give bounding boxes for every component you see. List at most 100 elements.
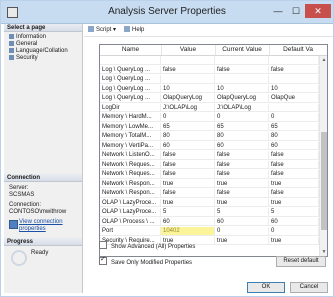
table-row[interactable] xyxy=(100,56,319,65)
script-button[interactable]: Script ▾ xyxy=(88,26,116,35)
current-value-cell: true xyxy=(215,179,269,189)
current-value-cell: false xyxy=(215,170,269,179)
table-row[interactable]: LogDir J:\OLAP\Log J:\OLAP\Log xyxy=(100,103,319,113)
connection-label: Connection: xyxy=(9,202,42,208)
default-value-cell: 10 xyxy=(269,84,319,94)
page-item-security[interactable]: Security xyxy=(9,55,38,62)
property-value-cell[interactable] xyxy=(161,75,215,84)
scroll-thumb[interactable] xyxy=(321,132,327,230)
current-value-cell: 65 xyxy=(215,122,269,132)
property-value-cell[interactable]: true xyxy=(161,198,215,208)
scroll-down-icon[interactable]: ▼ xyxy=(320,248,327,256)
table-row[interactable]: Network \ Reques... false false false xyxy=(100,170,319,179)
property-value-cell[interactable]: OlapQueryLog xyxy=(161,94,215,103)
default-value-cell: OlapQue xyxy=(269,94,319,103)
grid-scrollbar[interactable]: ▲ ▼ xyxy=(319,56,327,256)
column-header-current-value[interactable]: Current Value xyxy=(215,45,270,55)
property-value-cell[interactable]: 0 xyxy=(161,113,215,122)
table-row[interactable]: Log \ QueryLog ... 10 10 10 xyxy=(100,84,319,94)
default-value-cell: 0 xyxy=(269,113,319,122)
table-row[interactable]: Network \ Reques... false false false xyxy=(100,160,319,170)
property-name-cell: LogDir xyxy=(100,103,161,113)
current-value-cell: 60 xyxy=(215,217,269,227)
show-advanced-checkbox[interactable] xyxy=(99,241,107,249)
chevron-down-icon: ▾ xyxy=(113,27,117,33)
table-row[interactable]: OLAP \ Process \ ... 60 60 60 xyxy=(100,217,319,227)
left-pane: Select a page Information General Langua… xyxy=(4,24,83,293)
property-value-cell[interactable]: true xyxy=(161,179,215,189)
cancel-button[interactable]: Cancel xyxy=(290,282,328,293)
view-connection-properties-link[interactable]: View connection xyxy=(19,219,63,226)
table-row[interactable]: Port 10402 0 0 xyxy=(100,227,319,236)
table-row[interactable]: Network \ Respon... true true true xyxy=(100,179,319,189)
property-value-cell[interactable]: J:\OLAP\Log xyxy=(161,103,215,113)
property-value-cell[interactable]: 60 xyxy=(161,217,215,227)
show-advanced-label: Show Advanced (All) Properties xyxy=(111,244,196,250)
table-row[interactable]: Memory \ TotalM... 80 80 80 xyxy=(100,132,319,141)
scroll-up-icon[interactable]: ▲ xyxy=(320,56,327,64)
current-value-cell: false xyxy=(215,151,269,160)
save-modified-option[interactable]: Save Only Modified Properties xyxy=(99,255,193,266)
property-value-cell[interactable]: false xyxy=(161,170,215,179)
page-item-general[interactable]: General xyxy=(9,41,37,48)
table-row[interactable]: Log \ QueryLog ... xyxy=(100,75,319,84)
column-header-value[interactable]: Value xyxy=(161,45,216,55)
current-value-cell: 60 xyxy=(215,141,269,151)
view-connection-properties-link-cont[interactable]: properties xyxy=(19,226,46,233)
property-value-cell[interactable]: 80 xyxy=(161,132,215,141)
property-value-cell[interactable]: 60 xyxy=(161,141,215,151)
property-value-cell[interactable] xyxy=(161,56,215,65)
properties-window: Analysis Server Properties — ☐ ✕ Select … xyxy=(0,0,334,297)
table-row[interactable]: Network \ ListenO... false false false xyxy=(100,151,319,160)
help-icon xyxy=(124,26,130,32)
table-row[interactable]: OLAP \ LazyProce... true true true xyxy=(100,198,319,208)
properties-grid[interactable]: Name Value Current Value Default Va Log … xyxy=(99,44,328,257)
property-value-cell[interactable]: false xyxy=(161,189,215,198)
page-icon xyxy=(9,48,14,53)
column-header-name[interactable]: Name xyxy=(100,45,162,55)
default-value-cell xyxy=(269,75,319,84)
table-row[interactable]: Log \ QueryLog ... false false false xyxy=(100,65,319,75)
property-name-cell: Network \ Reques... xyxy=(100,160,161,170)
help-button[interactable]: Help xyxy=(124,26,144,35)
default-value-cell: false xyxy=(269,170,319,179)
column-header-default-value[interactable]: Default Va xyxy=(269,45,327,55)
property-name-cell: Memory \ VertiPa... xyxy=(100,141,161,151)
table-row[interactable]: Log \ QueryLog ... OlapQueryLog OlapQueryL… xyxy=(100,94,319,103)
close-button[interactable]: ✕ xyxy=(305,4,331,18)
property-name-cell: Log \ QueryLog ... xyxy=(100,65,161,75)
property-name-cell: OLAP \ LazyProce... xyxy=(100,198,161,208)
property-value-cell[interactable]: 10 xyxy=(161,84,215,94)
ok-button[interactable]: OK xyxy=(247,282,285,293)
page-label: Language/Collation xyxy=(16,48,68,54)
table-row[interactable]: OLAP \ LazyProce... 5 5 5 xyxy=(100,208,319,217)
current-value-cell xyxy=(215,75,269,84)
property-name-cell xyxy=(100,56,161,65)
table-row[interactable]: Memory \ VertiPa... 60 60 60 xyxy=(100,141,319,151)
property-value-cell[interactable]: 5 xyxy=(161,208,215,217)
minimize-button[interactable]: — xyxy=(269,4,287,18)
property-value-cell[interactable]: false xyxy=(161,160,215,170)
property-name-cell: Port xyxy=(100,227,161,236)
server-label: Server: xyxy=(9,185,29,191)
page-item-language-collation[interactable]: Language/Collation xyxy=(9,48,68,55)
save-modified-label: Save Only Modified Properties xyxy=(111,260,193,266)
property-value-cell[interactable]: 65 xyxy=(161,122,215,132)
table-row[interactable]: Network \ Respon... false false false xyxy=(100,189,319,198)
property-value-cell[interactable]: 10402 xyxy=(161,227,215,236)
property-value-cell[interactable]: false xyxy=(161,65,215,75)
reset-default-button[interactable]: Reset default xyxy=(276,256,326,267)
table-row[interactable]: Memory \ LowMe... 65 65 65 xyxy=(100,122,319,132)
page-label: Security xyxy=(16,55,38,61)
show-advanced-option[interactable]: Show Advanced (All) Properties xyxy=(99,241,195,250)
page-item-information[interactable]: Information xyxy=(9,34,46,41)
property-name-cell: Log \ QueryLog ... xyxy=(100,94,161,103)
save-modified-checkbox[interactable] xyxy=(99,255,107,265)
select-page-header: Select a page xyxy=(4,24,82,32)
property-value-cell[interactable]: false xyxy=(161,151,215,160)
property-name-cell: Network \ Respon... xyxy=(100,189,161,198)
title-bar: Analysis Server Properties — ☐ ✕ xyxy=(1,1,333,24)
property-name-cell: Log \ QueryLog ... xyxy=(100,84,161,94)
maximize-button[interactable]: ☐ xyxy=(287,4,305,18)
table-row[interactable]: Memory \ HardM... 0 0 0 xyxy=(100,113,319,122)
